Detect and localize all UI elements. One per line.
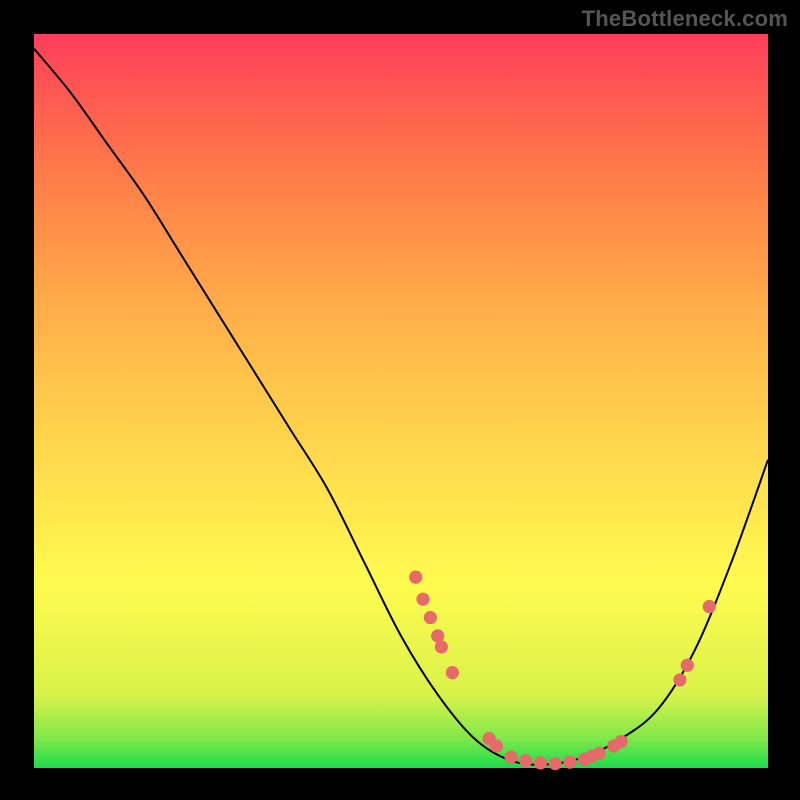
data-point xyxy=(446,666,459,679)
data-point xyxy=(504,750,517,763)
data-point xyxy=(615,735,628,748)
data-point xyxy=(703,600,716,613)
bottleneck-curve xyxy=(34,49,768,765)
data-point xyxy=(563,756,576,769)
chart-frame: TheBottleneck.com xyxy=(0,0,800,800)
data-point xyxy=(519,754,532,767)
data-point xyxy=(681,659,694,672)
data-point xyxy=(424,611,437,624)
chart-plot-area xyxy=(34,34,768,768)
data-points xyxy=(409,571,716,771)
data-point xyxy=(673,673,686,686)
data-point xyxy=(435,640,448,653)
data-point xyxy=(490,739,503,752)
watermark-text: TheBottleneck.com xyxy=(582,6,788,32)
data-point xyxy=(534,756,547,769)
chart-svg xyxy=(34,34,768,768)
data-point xyxy=(416,593,429,606)
data-point xyxy=(549,757,562,770)
data-point xyxy=(593,747,606,760)
data-point xyxy=(409,571,422,584)
